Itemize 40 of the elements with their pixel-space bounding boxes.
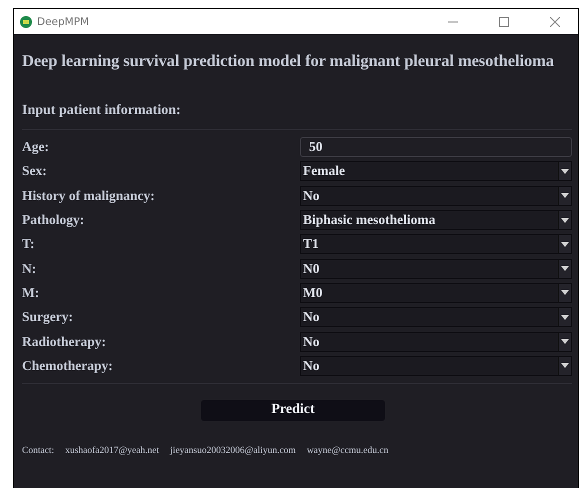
- field-label: M:: [22, 284, 40, 301]
- contact-label: Contact:: [22, 446, 54, 456]
- caret-icon: [561, 314, 569, 320]
- dropdown[interactable]: No: [300, 186, 572, 206]
- contact-email: jieyansuo20032006@aliyun.com: [170, 446, 296, 456]
- field-label: T:: [22, 236, 36, 252]
- field-label: Pathology:: [22, 212, 86, 228]
- predict-button[interactable]: Predict: [201, 400, 385, 421]
- caret-icon: [561, 363, 569, 368]
- dropdown[interactable]: No: [300, 307, 572, 328]
- section-title: Input patient information:: [22, 103, 182, 119]
- contact-email: wayne@ccmu.edu.cn: [306, 446, 388, 456]
- field-label: Radiotherapy:: [22, 334, 107, 350]
- caret-icon: [561, 193, 569, 198]
- dropdown[interactable]: N0: [300, 258, 572, 279]
- page-heading: Deep learning survival prediction model for malignant pleural mesothelioma: [22, 51, 555, 71]
- caret-icon: [561, 290, 569, 296]
- field-label: N:: [22, 260, 38, 277]
- contact-email: xushaofa2017@yeah.net: [65, 446, 160, 456]
- caret-icon: [561, 218, 569, 223]
- maximize-icon: [499, 16, 509, 26]
- close-icon: [550, 16, 560, 26]
- dropdown[interactable]: Female: [300, 161, 572, 182]
- caret-icon: [561, 168, 569, 174]
- dropdown[interactable]: M0: [300, 282, 572, 303]
- caret-icon: [561, 242, 569, 247]
- field-label: History of malignancy:: [22, 188, 156, 204]
- dropdown[interactable]: T1: [300, 234, 572, 254]
- window-title: DeepMPM: [37, 16, 90, 28]
- field-label: Age:: [22, 139, 50, 156]
- dropdown[interactable]: No: [300, 356, 572, 376]
- field-label: Surgery:: [22, 309, 74, 326]
- caret-icon: [561, 339, 569, 344]
- caret-icon: [561, 266, 569, 272]
- dropdown[interactable]: No: [300, 332, 572, 352]
- logo-icon: [20, 16, 32, 28]
- dropdown[interactable]: Biphasic mesothelioma: [300, 210, 572, 230]
- field-label: Sex:: [22, 163, 48, 180]
- input-field[interactable]: 50: [300, 137, 572, 158]
- field-label: Chemotherapy:: [22, 358, 114, 374]
